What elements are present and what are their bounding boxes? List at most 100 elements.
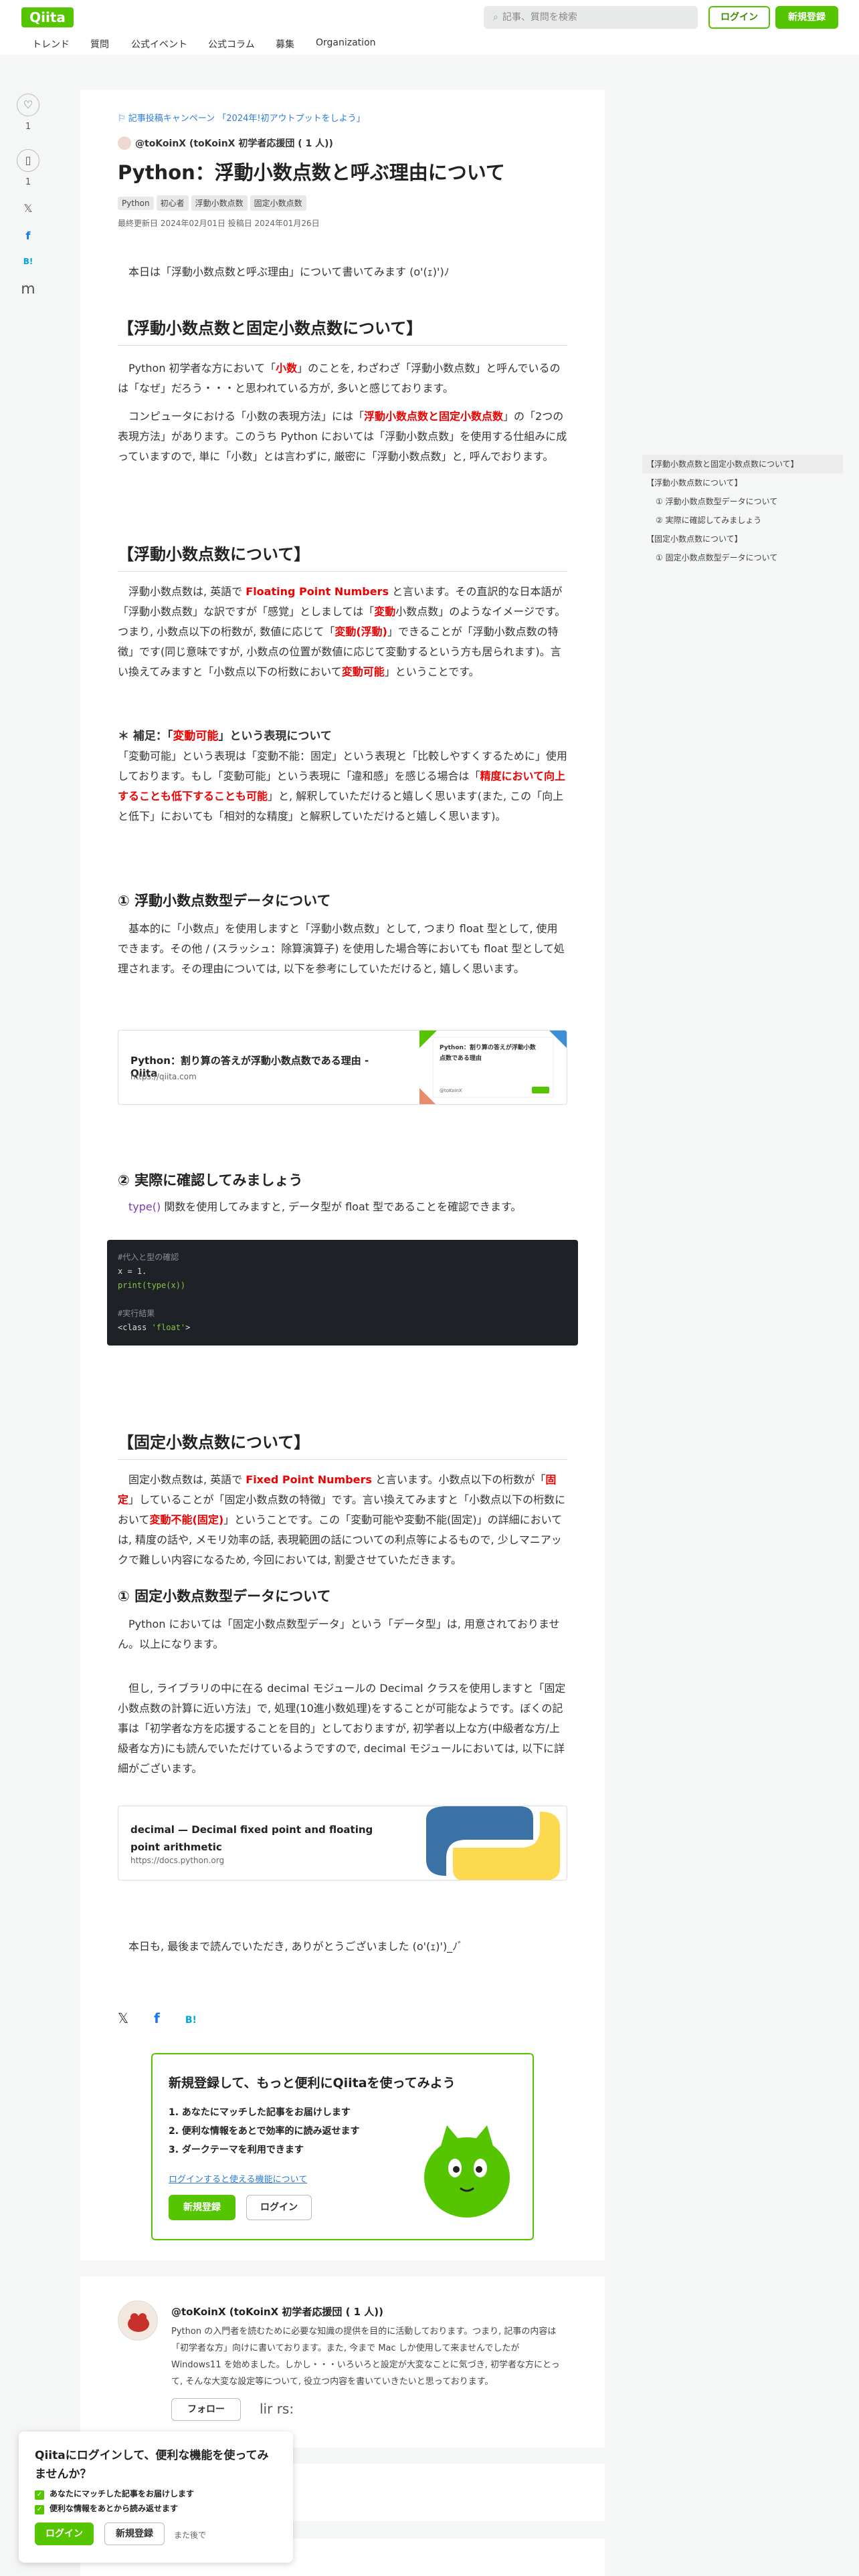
nav-organization[interactable]: Organization <box>316 37 376 48</box>
link-card-url: https://docs.python.org <box>130 1856 225 1865</box>
nav-columns[interactable]: 公式コラム <box>208 37 255 51</box>
note-paragraph: 「変動可能」という表現は「変動不能：固定」という表現と「比較しやすくするために」… <box>118 750 567 823</box>
check-icon: ✓ <box>35 2505 44 2514</box>
like-action[interactable]: ♡ 1 <box>15 94 41 132</box>
paragraph: type() 関数を使用してみますと, データ型が float 型であることを確… <box>128 1200 522 1213</box>
signup-benefit: 3. ダークテーマを利用できます <box>169 2145 304 2155</box>
promo-signup-button[interactable]: 新規登録 <box>169 2195 235 2220</box>
code-line: print(type(x)) <box>118 1281 186 1290</box>
toc-item[interactable]: ① 固定小数点数型データについて <box>642 548 843 567</box>
campaign-text[interactable]: 記事投稿キャンペーン 「2024年!初アウトプットをしよう」 <box>128 114 365 124</box>
code-comment: #実行結果 <box>118 1309 155 1318</box>
x-share-icon[interactable]: 𝕏 <box>118 2010 128 2026</box>
toc-item[interactable]: 【浮動小数点数と固定小数点数について】 <box>642 455 843 473</box>
code-line: x = 1. <box>118 1267 147 1276</box>
article: ⚐ 記事投稿キャンペーン 「2024年!初アウトプットをしよう」 @toKoin… <box>80 90 605 2260</box>
qiita-logo[interactable]: Qiita <box>21 7 74 27</box>
subsection-heading: ① 浮動小数点数型データについて <box>118 893 331 909</box>
nav-trend[interactable]: トレンド <box>32 37 70 51</box>
paragraph: 基本的に「小数点」を使用しますと「浮動小数点数」として, つまり float 型… <box>118 922 565 975</box>
popup-login-button[interactable]: ログイン <box>35 2523 94 2545</box>
subsection-heading: ① 固定小数点数型データについて <box>118 1588 331 1604</box>
section-heading: 【浮動小数点数について】 <box>118 543 567 572</box>
thumbnail-title: Python：割り算の答えが浮動小数点数である理由 <box>440 1045 536 1062</box>
python-logo-thumbnail <box>419 1806 567 1880</box>
popup-title: Qiitaにログインして、便利な機能を使ってみませんか？ <box>35 2449 269 2481</box>
link-card-thumbnail: Python：割り算の答えが浮動小数点数である理由 @toKoinX <box>419 1031 567 1104</box>
avatar[interactable] <box>118 136 131 150</box>
facebook-share-icon[interactable]: f <box>154 2010 160 2026</box>
nav-questions[interactable]: 質問 <box>90 37 109 51</box>
author-name[interactable]: @toKoinX (toKoinX 初学者応援団 ( 1 人)) <box>135 138 333 149</box>
subsection-heading: ② 実際に確認してみましょう <box>118 1172 303 1188</box>
author-line[interactable]: @toKoinX (toKoinX 初学者応援団 ( 1 人)) <box>118 136 333 150</box>
qiitan-mascot-icon <box>420 2121 514 2222</box>
note-heading: ＊ 補足：「変動可能」という表現について <box>118 730 332 743</box>
paragraph: 固定小数点数は, 英語で Fixed Point Numbers と言います。小… <box>118 1473 566 1566</box>
toc-item[interactable]: ② 実際に確認してみましょう <box>642 511 843 530</box>
search-placeholder: 記事、質問を検索 <box>502 12 577 23</box>
popup-later-link[interactable]: また後で <box>174 2529 206 2541</box>
code-block[interactable]: #代入と型の確認 x = 1. print(type(x)) #実行結果 <cl… <box>107 1240 578 1346</box>
follow-button[interactable]: フォロー <box>171 2398 241 2421</box>
stock-icon[interactable]: ▯ <box>17 149 39 172</box>
tag-fixed[interactable]: 固定小数点数 <box>250 195 306 211</box>
share-row: 𝕏f B! <box>118 2010 222 2026</box>
popup-signup-button[interactable]: 新規登録 <box>104 2523 165 2545</box>
signup-promo-title: 新規登録して、もっと便利にQiitaを使ってみよう <box>169 2076 456 2090</box>
paragraph: 浮動小数点数は, 英語で Floating Point Numbers と言いま… <box>118 585 566 678</box>
popup-benefit: ✓ あなたにマッチした記事をお届けします <box>35 2488 194 2500</box>
tag-floating[interactable]: 浮動小数点数 <box>191 195 248 211</box>
author-card: @toKoinX (toKoinX 初学者応援団 ( 1 人)) Python … <box>80 2276 605 2448</box>
paragraph: コンピュータにおける「小数の表現方法」には「浮動小数点数と固定小数点数」の「2つ… <box>118 410 567 463</box>
heart-icon[interactable]: ♡ <box>17 94 39 116</box>
promo-login-button[interactable]: ログイン <box>246 2195 312 2220</box>
x-share-icon[interactable]: 𝕏 <box>15 202 41 215</box>
link-card-title[interactable]: decimal — Decimal fixed point and floati… <box>130 1821 398 1856</box>
signup-benefit: 1. あなたにマッチした記事をお届けします <box>169 2107 351 2118</box>
search-input[interactable]: ⌕ 記事、質問を検索 <box>484 6 698 29</box>
stock-count: 1 <box>25 177 31 187</box>
paragraph: Python 初学者な方において「小数」のことを, わざわざ「浮動小数点数」と呼… <box>118 362 561 395</box>
author-name[interactable]: @toKoinX (toKoinX 初学者応援団 ( 1 人)) <box>171 2304 383 2319</box>
tag-beginner[interactable]: 初心者 <box>156 195 189 211</box>
search-icon: ⌕ <box>493 12 498 23</box>
link-card-qiita[interactable]: Python：割り算の答えが浮動小数点数である理由 - Qiita https:… <box>118 1030 567 1105</box>
like-count: 1 <box>25 122 31 132</box>
thumbnail-user: @toKoinX <box>440 1088 462 1093</box>
toc-item[interactable]: 【浮動小数点数について】 <box>642 473 843 492</box>
campaign-link[interactable]: ⚐ 記事投稿キャンペーン 「2024年!初アウトプットをしよう」 <box>118 111 365 124</box>
m-share-icon[interactable]: m <box>15 281 41 298</box>
author-avatar[interactable] <box>118 2300 158 2341</box>
hatena-share-icon[interactable]: B! <box>15 257 41 266</box>
tag-list: Python 初心者 浮動小数点数 固定小数点数 <box>118 195 309 211</box>
nav-bar: トレンド 質問 公式イベント 公式コラム 募集 Organization <box>0 35 859 55</box>
toc-item[interactable]: ① 浮動小数点数型データについて <box>642 492 843 511</box>
tag-python[interactable]: Python <box>118 197 154 210</box>
outro-text: 本日も, 最後まで読んでいただき, ありがとうございました (o'(ｪ)')_ﾉ… <box>128 1940 464 1953</box>
login-button[interactable]: ログイン <box>708 6 770 29</box>
thumbnail-badge <box>532 1087 549 1093</box>
hatena-share-icon[interactable]: B! <box>185 2015 197 2026</box>
stock-action[interactable]: ▯ 1 <box>15 149 41 187</box>
nav-events[interactable]: 公式イベント <box>131 37 187 51</box>
link-card-python-docs[interactable]: decimal — Decimal fixed point and floati… <box>118 1806 567 1881</box>
popup-benefit: ✓ 便利な情報をあとから読み返せます <box>35 2502 178 2514</box>
toc-item[interactable]: 【固定小数点数について】 <box>642 530 843 548</box>
nav-recruit[interactable]: 募集 <box>276 37 294 51</box>
paragraph: Python においては「固定小数点数型データ」という「データ型」は, 用意され… <box>118 1618 560 1650</box>
author-description: Python の入門者を読むために必要な知識の提供を目的に活動しております。つま… <box>171 2327 560 2387</box>
section-heading: 【浮動小数点数と固定小数点数について】 <box>118 317 567 346</box>
code-line: <class 'float'> <box>118 1323 191 1332</box>
top-bar: Qiita ⌕ 記事、質問を検索 ログイン 新規登録 <box>0 0 859 35</box>
facebook-share-icon[interactable]: f <box>15 229 41 242</box>
signup-benefit: 2. 便利な情報をあとで効率的に読み返せます <box>169 2126 360 2137</box>
signup-button[interactable]: 新規登録 <box>775 6 838 29</box>
campaign-icon: ⚐ <box>118 114 128 124</box>
check-icon: ✓ <box>35 2490 44 2500</box>
features-link[interactable]: ログインすると使える機能について <box>169 2172 307 2185</box>
login-prompt-popup: Qiitaにログインして、便利な機能を使ってみませんか？ ✓ あなたにマッチした記… <box>19 2432 293 2563</box>
intro-text: 本日は「浮動小数点数と呼ぶ理由」について書いてみます (o'(ｪ)')ﾉ <box>128 265 450 278</box>
signup-promo: 新規登録して、もっと便利にQiitaを使ってみよう 1. あなたにマッチした記事… <box>151 2053 534 2240</box>
